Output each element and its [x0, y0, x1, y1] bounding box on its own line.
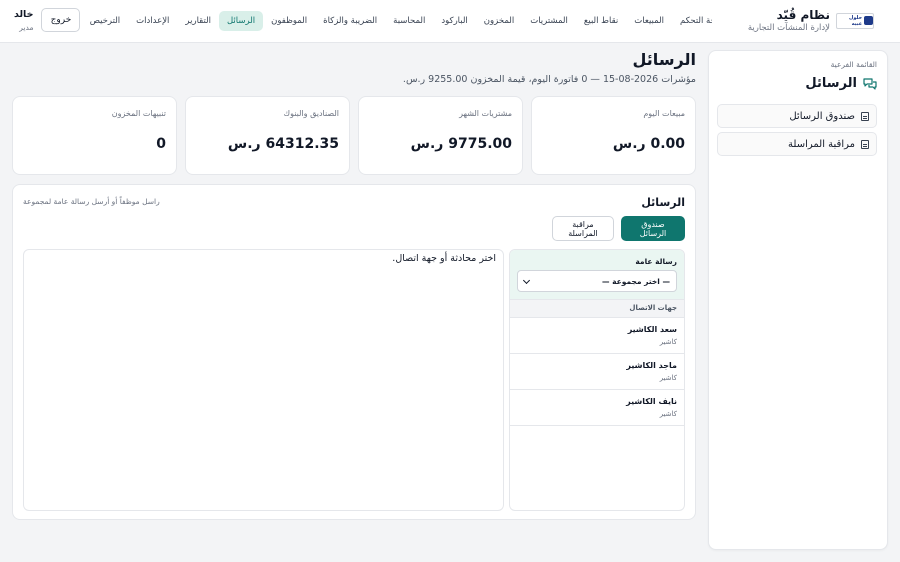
conversation-placeholder: اختر محادثة أو جهة اتصال. — [392, 253, 496, 264]
nav-license[interactable]: الترخيص — [82, 11, 128, 31]
stat-label: الصناديق والبنوك — [283, 109, 339, 118]
messages-title: الرسائل — [641, 196, 685, 209]
group-select-value: — اختر مجموعة — — [602, 276, 670, 286]
logo-mark-icon — [864, 16, 873, 25]
nav-employees[interactable]: الموظفون — [263, 11, 315, 31]
page-subtitle: مؤشرات 2026-08-15 — 0 فاتورة اليوم، قيمة… — [402, 74, 696, 85]
brand-logo: حلول عبيه — [836, 12, 874, 29]
document-icon — [861, 139, 869, 149]
sidebar-item-label: صندوق الرسائل — [789, 110, 855, 122]
contact-name: ماجد الكاشير — [626, 361, 677, 370]
contact-item[interactable]: ماجد الكاشير كاشير — [510, 354, 684, 390]
nav-sales[interactable]: المبيعات — [626, 11, 672, 31]
sidebar-item-monitor[interactable]: مراقبة المراسلة — [717, 132, 877, 156]
main-nav: لوحة التحكم المبيعات نقاط البيع المشتريا… — [82, 11, 712, 31]
contacts-header: جهات الاتصال — [510, 300, 684, 318]
brand[interactable]: حلول عبيه نظام قُيّد لإدارة المنشآت التج… — [748, 8, 874, 33]
tab-inbox[interactable]: صندوق الرسائل — [621, 216, 685, 241]
broadcast-label: رسالة عامة — [635, 257, 677, 266]
group-select[interactable]: — اختر مجموعة — — [517, 270, 677, 292]
page-title: الرسائل — [632, 50, 696, 69]
contact-item[interactable]: نايف الكاشير كاشير — [510, 390, 684, 426]
stat-card-stock-alerts: تنبيهات المخزون 0 — [12, 96, 177, 175]
document-icon — [861, 111, 869, 121]
stat-value: 0 — [156, 136, 166, 152]
nav-accounting[interactable]: المحاسبة — [385, 11, 433, 31]
user-role: مدير — [19, 22, 34, 32]
nav-purchases[interactable]: المشتريات — [522, 11, 576, 31]
broadcast-section: رسالة عامة — اختر مجموعة — — [510, 250, 684, 300]
contacts-list-panel: رسالة عامة — اختر مجموعة — جهات الاتصال … — [509, 249, 685, 511]
contact-name: سعد الكاشير — [627, 325, 677, 334]
sidebar-item-label: مراقبة المراسلة — [788, 138, 855, 150]
messages-hint: راسل موظفاً أو أرسل رسالة عامة لمجموعة — [23, 197, 160, 206]
sidebar-item-inbox[interactable]: صندوق الرسائل — [717, 104, 877, 128]
stat-value: 64312.35 ر.س — [227, 136, 339, 152]
brand-title: نظام قُيّد — [776, 8, 830, 22]
contacts-header-label: جهات الاتصال — [629, 304, 677, 312]
sidebar-caption: القائمة الفرعية — [830, 60, 877, 69]
logout-button[interactable]: خروج — [41, 8, 81, 32]
stat-value: 0.00 ر.س — [612, 136, 685, 152]
user-info: خالد مدير — [14, 9, 33, 32]
stat-label: مشتريات الشهر — [459, 109, 512, 118]
conversation-area[interactable]: اختر محادثة أو جهة اتصال. — [23, 249, 504, 511]
chat-bubbles-icon — [863, 77, 877, 90]
tab-monitor[interactable]: مراقبة المراسلة — [552, 216, 614, 241]
contact-item[interactable]: سعد الكاشير كاشير — [510, 318, 684, 354]
nav-inventory[interactable]: المخزون — [476, 11, 522, 31]
sidebar-title: الرسائل — [805, 76, 877, 91]
stat-card-today-sales: مبيعات اليوم 0.00 ر.س — [531, 96, 696, 175]
nav-barcode[interactable]: الباركود — [433, 11, 475, 31]
chevron-down-icon — [522, 276, 531, 284]
stat-card-cash-banks: الصناديق والبنوك 64312.35 ر.س — [185, 96, 350, 175]
contact-role: كاشير — [659, 374, 677, 382]
brand-subtitle: لإدارة المنشآت التجارية — [747, 23, 830, 33]
contact-role: كاشير — [659, 410, 677, 418]
stat-card-month-purchases: مشتريات الشهر 9775.00 ر.س — [358, 96, 523, 175]
nav-pos[interactable]: نقاط البيع — [576, 11, 626, 31]
sidebar-title-text: الرسائل — [805, 76, 857, 91]
user-name: خالد — [14, 8, 34, 20]
nav-messages[interactable]: الرسائل — [219, 11, 264, 31]
sidebar: القائمة الفرعية الرسائل صندوق الرسائل مر… — [708, 50, 888, 550]
stat-value: 9775.00 ر.س — [410, 136, 512, 152]
stat-label: مبيعات اليوم — [643, 109, 685, 118]
user-area: خالد مدير خروج — [14, 8, 81, 32]
nav-reports[interactable]: التقارير — [177, 11, 219, 31]
messages-panel: الرسائل راسل موظفاً أو أرسل رسالة عامة ل… — [12, 184, 696, 520]
nav-settings[interactable]: الإعدادات — [128, 11, 177, 31]
nav-tax-zakat[interactable]: الضريبة والزكاة — [315, 11, 385, 31]
top-navigation-bar: حلول عبيه نظام قُيّد لإدارة المنشآت التج… — [0, 0, 900, 43]
contact-name: نايف الكاشير — [626, 397, 677, 406]
stat-label: تنبيهات المخزون — [111, 109, 166, 118]
brand-text: نظام قُيّد لإدارة المنشآت التجارية — [748, 8, 830, 33]
nav-dashboard[interactable]: لوحة التحكم — [672, 11, 712, 31]
contact-role: كاشير — [659, 338, 677, 346]
logo-text: حلول عبيه — [848, 14, 863, 27]
